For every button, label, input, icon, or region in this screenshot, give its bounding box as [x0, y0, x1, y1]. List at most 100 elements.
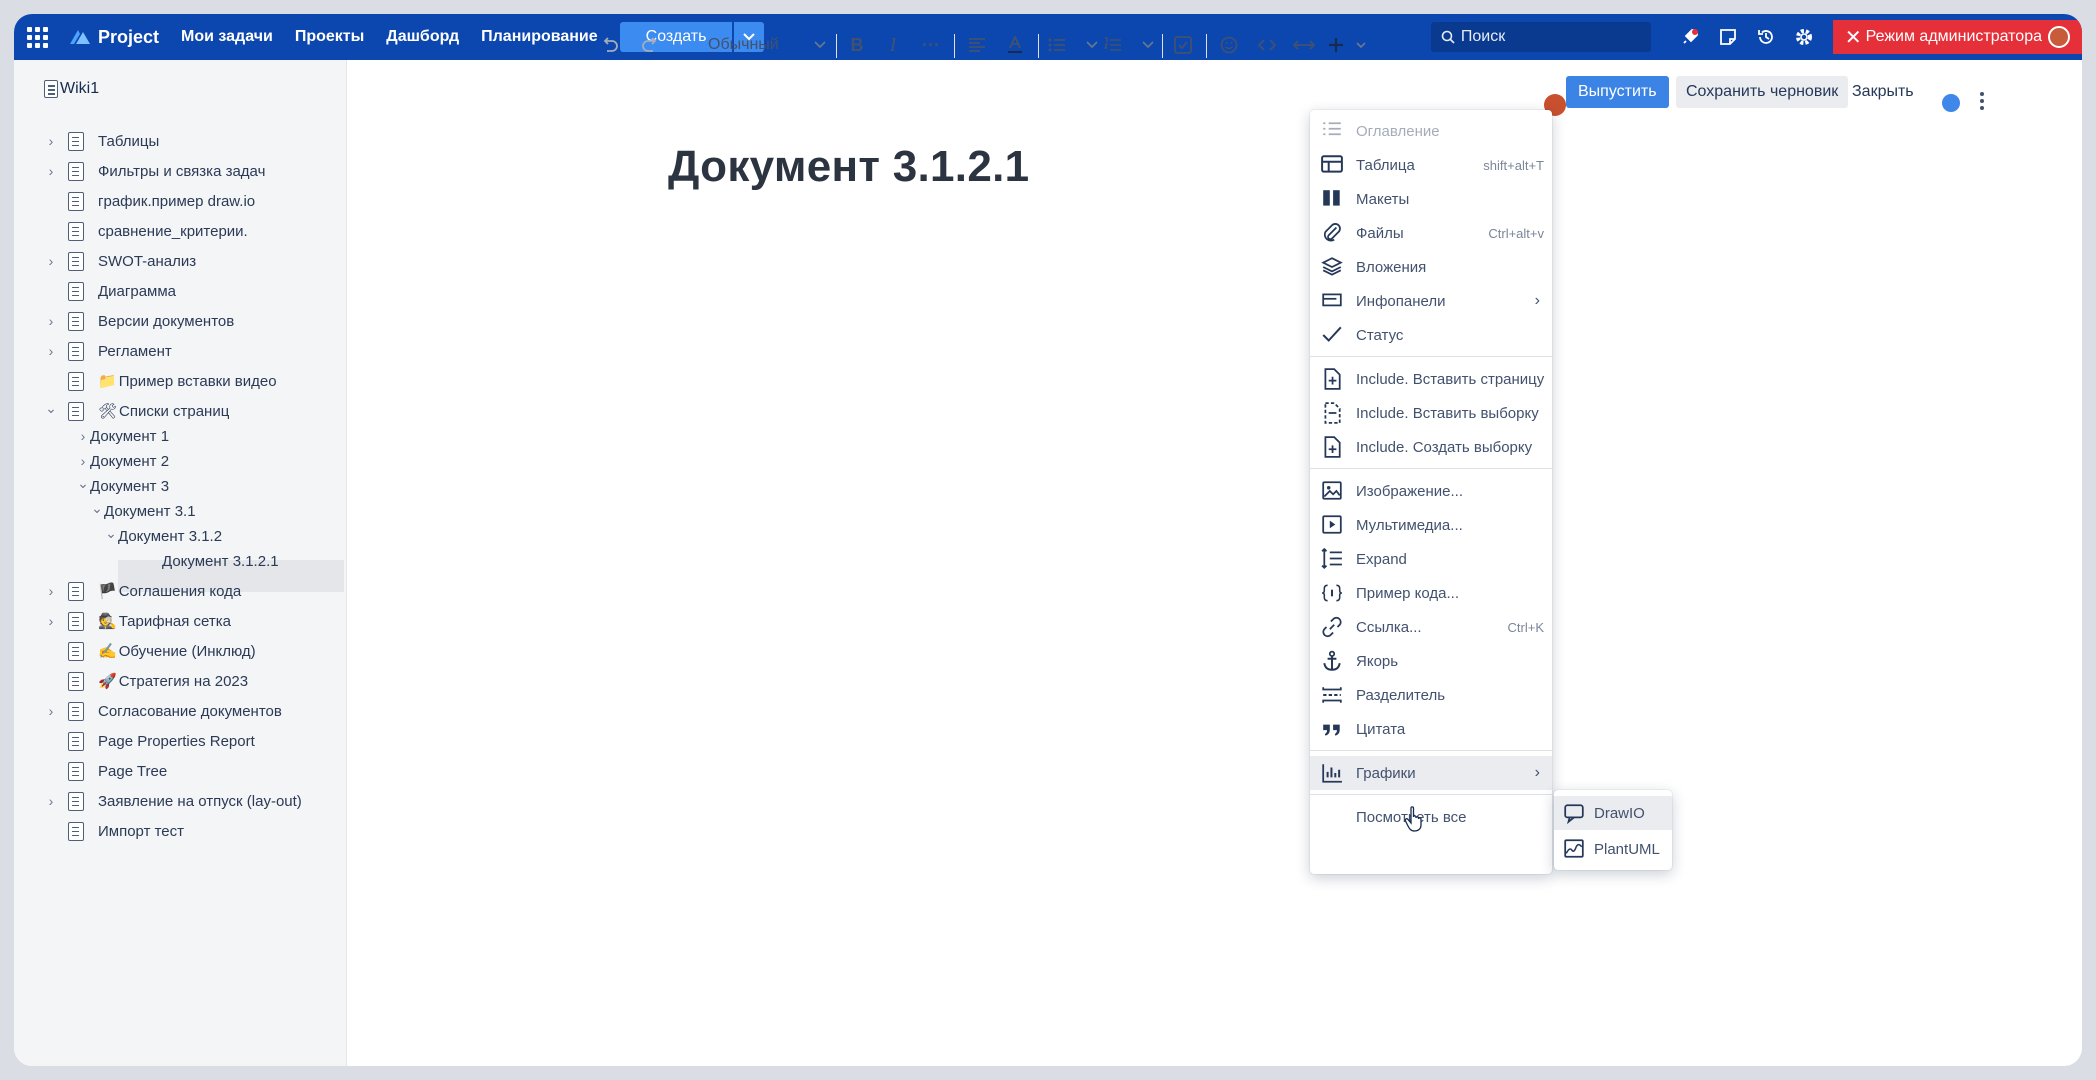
submenu-item-plantuml[interactable]: PlantUML	[1554, 832, 1672, 866]
menu-item-expand[interactable]: Expand	[1310, 542, 1552, 576]
bullet-list-button[interactable]	[1048, 30, 1098, 60]
close-button[interactable]: Закрыть	[1852, 76, 1914, 108]
page-title[interactable]: Документ 3.1.2.1	[668, 142, 1029, 192]
nav-my-tasks[interactable]: Мои задачи	[181, 28, 273, 46]
menu-item-label: Графики	[1356, 764, 1416, 782]
sidebar-tree-item[interactable]: › Версии документов	[44, 304, 234, 338]
nav-projects[interactable]: Проекты	[295, 28, 364, 46]
globe-icon[interactable]	[1942, 94, 1960, 112]
insert-button[interactable]	[1328, 30, 1366, 60]
chevron-right-icon[interactable]: ›	[44, 583, 58, 599]
chevron-right-icon[interactable]: ›	[44, 133, 58, 149]
settings-button[interactable]	[1785, 14, 1823, 60]
code-inline-button[interactable]	[1254, 30, 1280, 60]
task-list-button[interactable]	[1170, 30, 1196, 60]
italic-button[interactable]: I	[880, 30, 906, 60]
menu-item-attachments[interactable]: Вложения	[1310, 250, 1552, 284]
menu-item-toc[interactable]: Оглавление	[1310, 114, 1552, 148]
full-width-button[interactable]	[1290, 30, 1318, 60]
notes-button[interactable]	[1709, 14, 1747, 60]
menu-item-multimedia[interactable]: Мультимедиа...	[1310, 508, 1552, 542]
sidebar-tree-item[interactable]: › Фильтры и связка задач	[44, 154, 265, 188]
menu-item-divider[interactable]: Разделитель	[1310, 678, 1552, 712]
app-switcher-icon[interactable]	[14, 14, 60, 60]
undo-button[interactable]	[596, 30, 624, 60]
menu-item-create-excerpt[interactable]: Include. Создать выборку	[1310, 430, 1552, 464]
submenu-item-drawio[interactable]: DrawIO	[1554, 796, 1672, 830]
menu-item-image[interactable]: Изображение...	[1310, 474, 1552, 508]
more-options-icon[interactable]	[1980, 92, 1984, 113]
nav-dashboard[interactable]: Дашборд	[386, 28, 459, 46]
menu-item-table[interactable]: Таблица shift+alt+T	[1310, 148, 1552, 182]
redo-icon	[642, 37, 657, 52]
chevron-right-icon[interactable]: ›	[44, 703, 58, 719]
bold-button[interactable]: B	[844, 30, 870, 60]
sidebar-tree-item[interactable]: › Таблицы	[44, 124, 159, 158]
sidebar-item-label: Согласование документов	[98, 702, 282, 720]
text-color-button[interactable]	[1002, 30, 1028, 60]
sidebar-tree-item[interactable]: ✍ Обучение (Инклюд)	[44, 634, 256, 668]
menu-item-code-sample[interactable]: Пример кода...	[1310, 576, 1552, 610]
publish-button[interactable]: Выпустить	[1566, 76, 1669, 108]
menu-item-files[interactable]: Файлы Ctrl+alt+v	[1310, 216, 1552, 250]
chevron-right-icon[interactable]: ›	[44, 343, 58, 359]
sidebar-tree-item[interactable]: Page Properties Report	[44, 724, 255, 758]
notifications-button[interactable]	[1671, 14, 1709, 60]
italic-icon: I	[889, 33, 897, 56]
chevron-right-icon[interactable]: ›	[76, 428, 90, 444]
history-button[interactable]	[1747, 14, 1785, 60]
menu-item-quote[interactable]: Цитата	[1310, 712, 1552, 746]
admin-mode-button[interactable]: ✕ Режим администратора	[1832, 20, 2082, 54]
chevron-right-icon[interactable]: ›	[44, 793, 58, 809]
save-draft-button[interactable]: Сохранить черновик	[1676, 76, 1849, 108]
sidebar-tree-item[interactable]: график.пример draw.io	[44, 184, 255, 218]
sidebar-tree-item[interactable]: Импорт тест	[44, 814, 184, 848]
sidebar-tree-item[interactable]: › SWOT-анализ	[44, 244, 196, 278]
search-input[interactable]: Поиск	[1430, 22, 1651, 52]
sidebar-tree-item[interactable]: › Согласование документов	[44, 694, 282, 728]
menu-item-link[interactable]: Ссылка... Ctrl+K	[1310, 610, 1552, 644]
sidebar-tree-item[interactable]: 📁 Пример вставки видео	[44, 364, 277, 398]
sidebar-item-label: Заявление на отпуск (lay-out)	[98, 792, 302, 810]
nav-planning[interactable]: Планирование	[481, 28, 598, 46]
sidebar-tree-item[interactable]: Page Tree	[44, 754, 167, 788]
emoji-icon: ✍	[98, 643, 117, 660]
chevron-right-icon[interactable]: ›	[44, 613, 58, 629]
chevron-down-icon[interactable]: ⌄	[104, 525, 118, 541]
menu-item-charts[interactable]: Графики ›	[1310, 756, 1552, 790]
chevron-down-icon[interactable]: ⌄	[44, 400, 58, 416]
redo-button[interactable]	[636, 30, 664, 60]
brand-logo[interactable]: Project	[66, 26, 159, 48]
space-title[interactable]: Wiki1	[44, 80, 99, 98]
avatar[interactable]	[2048, 26, 2070, 48]
chevron-down-icon[interactable]: ⌄	[90, 500, 104, 516]
menu-item-include-page[interactable]: Include. Вставить страницу	[1310, 362, 1552, 396]
sidebar-tree-item[interactable]: Диаграмма	[44, 274, 176, 308]
menu-item-anchor[interactable]: Якорь	[1310, 644, 1552, 678]
sidebar-tree-item[interactable]: › Регламент	[44, 334, 172, 368]
chevron-right-icon[interactable]: ›	[44, 313, 58, 329]
sidebar-tree-item[interactable]: сравнение_критерии.	[44, 214, 248, 248]
more-formatting-button[interactable]: ···	[916, 30, 946, 60]
menu-item-layouts[interactable]: Макеты	[1310, 182, 1552, 216]
chevron-right-icon[interactable]: ›	[76, 453, 90, 469]
sidebar-tree-item[interactable]: Документ 3.1.2.1	[148, 544, 279, 578]
sidebar-tree-item[interactable]: 🚀 Стратегия на 2023	[44, 664, 248, 698]
sidebar-tree-item[interactable]: › 🕵 Тарифная сетка	[44, 604, 231, 638]
menu-item-status[interactable]: Статус	[1310, 318, 1552, 352]
menu-item-info-panels[interactable]: Инфопанели ›	[1310, 284, 1552, 318]
paragraph-style-select[interactable]: Обычный	[694, 30, 826, 60]
include-excerpt-icon	[1318, 401, 1346, 425]
sidebar-tree-item[interactable]: › Заявление на отпуск (lay-out)	[44, 784, 302, 818]
chevron-right-icon[interactable]: ›	[44, 253, 58, 269]
menu-item-view-all[interactable]: Посмотреть все	[1310, 800, 1552, 834]
chevron-right-icon[interactable]: ›	[44, 163, 58, 179]
menu-item-include-excerpt[interactable]: Include. Вставить выборку	[1310, 396, 1552, 430]
emoji-button[interactable]	[1216, 30, 1242, 60]
sidebar-tree-item[interactable]: › 🏴 Соглашения кода	[44, 574, 241, 608]
chevron-down-icon[interactable]: ⌄	[76, 475, 90, 491]
emoji-icon: 🛠	[98, 403, 118, 420]
align-button[interactable]	[964, 30, 990, 60]
numbered-list-button[interactable]	[1104, 30, 1154, 60]
